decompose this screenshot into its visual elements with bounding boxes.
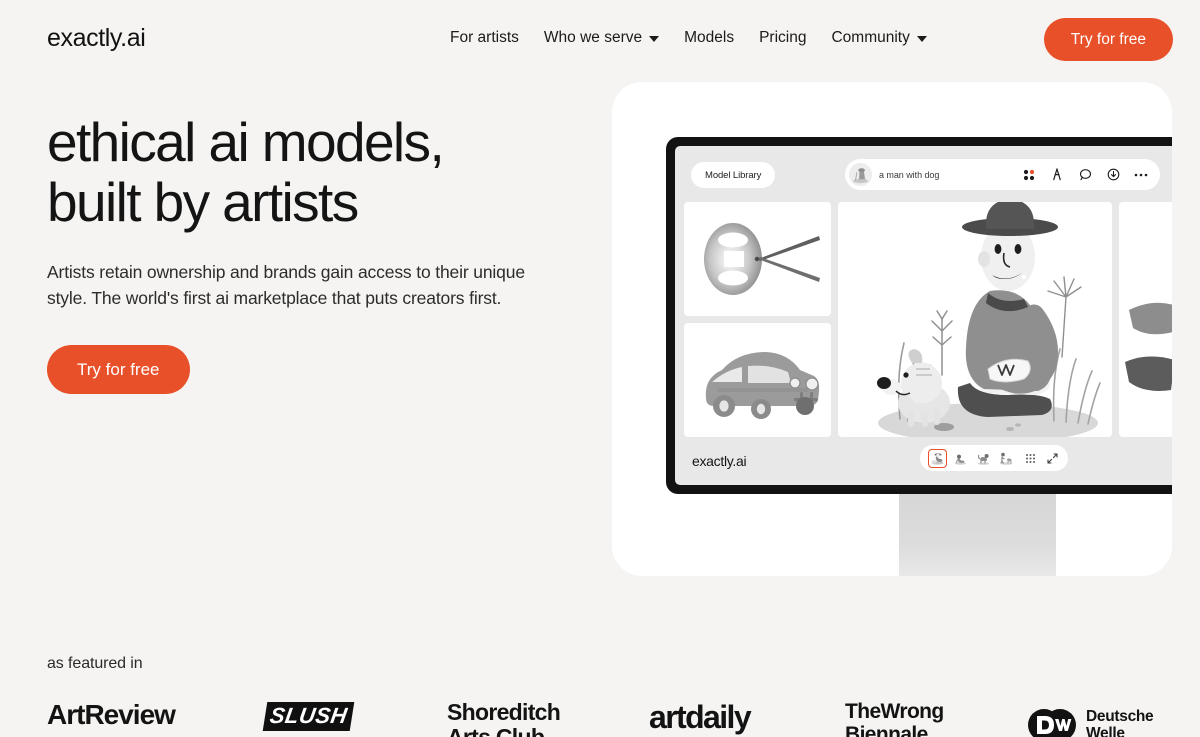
nav-item-community[interactable]: Community bbox=[831, 29, 927, 47]
chevron-down-icon bbox=[916, 36, 927, 42]
logo-deutsche-welle-text: Deutsche Welle bbox=[1086, 708, 1154, 737]
nav-item-label: Models bbox=[684, 29, 735, 46]
filmstrip-toolbar bbox=[920, 445, 1068, 471]
app-brand-label: exactly.ai bbox=[692, 453, 747, 469]
logo-shoreditch-arts-club: Shoreditch Arts Club bbox=[447, 699, 561, 737]
logo-artdaily: artdaily bbox=[649, 699, 752, 735]
grid-view-icon[interactable] bbox=[1022, 450, 1038, 466]
nav-item-label: Community bbox=[831, 29, 910, 46]
nav-item-label: Pricing bbox=[759, 29, 807, 46]
monitor-frame: Model Library a man with dog Cre bbox=[666, 137, 1172, 494]
thumbnail-dog-standing[interactable] bbox=[974, 449, 993, 468]
featured-in-label: as featured in bbox=[47, 655, 143, 672]
app-topbar: Model Library a man with dog Cre bbox=[675, 146, 1172, 202]
top-navigation-bar: exactly.ai For artists Who we serve Mode… bbox=[0, 0, 1200, 80]
more-options-icon[interactable] bbox=[1134, 168, 1148, 182]
app-toolbar bbox=[1010, 159, 1160, 190]
nav-item-for-artists[interactable]: For artists bbox=[450, 29, 519, 47]
nav-item-who-we-serve[interactable]: Who we serve bbox=[543, 29, 660, 47]
brush-icon[interactable] bbox=[1050, 168, 1064, 182]
nav-item-label: For artists bbox=[450, 29, 519, 46]
hero-try-for-free-button[interactable]: Try for free bbox=[47, 345, 190, 394]
expand-icon[interactable] bbox=[1044, 450, 1060, 466]
nav-item-models[interactable]: Models bbox=[684, 29, 734, 47]
app-bottombar: exactly.ai bbox=[675, 437, 1172, 485]
car-illustration bbox=[705, 352, 819, 419]
app-screen: Model Library a man with dog Cre bbox=[675, 146, 1172, 485]
prompt-reference-thumbnail-icon[interactable] bbox=[849, 163, 872, 186]
download-icon[interactable] bbox=[1106, 168, 1120, 182]
featured-logos-row: ArtReview SLUSH Shoreditch Arts Club art… bbox=[47, 700, 1167, 737]
nav-try-for-free-button[interactable]: Try for free bbox=[1043, 18, 1173, 61]
chevron-down-icon bbox=[649, 36, 660, 42]
partial-illustration bbox=[1125, 302, 1172, 391]
thumbnail-man-with-dog-selected[interactable] bbox=[928, 448, 947, 468]
gallery-item-scissors[interactable] bbox=[684, 202, 831, 316]
logo-slush-text: SLUSH bbox=[262, 702, 355, 731]
monitor-stand bbox=[899, 492, 1056, 576]
thumbnail-man-walking-dog[interactable] bbox=[997, 449, 1016, 468]
logo-artreview: ArtReview bbox=[47, 699, 176, 730]
page-title: ethical ai models, built by artists bbox=[47, 111, 445, 233]
man-with-dog-illustration bbox=[877, 202, 1101, 437]
deutsche-welle-mark-icon bbox=[1027, 700, 1077, 737]
gallery-item-car[interactable] bbox=[684, 323, 831, 437]
nav-links: For artists Who we serve Models Pricing … bbox=[450, 29, 927, 47]
logo-deutsche-welle: Deutsche Welle bbox=[1027, 700, 1154, 737]
thumbnail-man-kneeling[interactable] bbox=[951, 449, 970, 468]
brand-logo[interactable]: exactly.ai bbox=[47, 24, 146, 53]
hero-copy-block: ethical ai models, built by artists Arti… bbox=[47, 112, 587, 394]
gallery-thumbnail-column bbox=[684, 202, 831, 437]
nav-item-label: Who we serve bbox=[543, 29, 643, 46]
color-dots-icon[interactable] bbox=[1022, 168, 1036, 182]
scissors-illustration bbox=[703, 223, 820, 295]
model-library-button[interactable]: Model Library bbox=[691, 162, 776, 188]
image-gallery bbox=[684, 202, 1172, 437]
logo-thewrong-biennale: TheWrong Biennale. bbox=[845, 700, 944, 737]
nav-item-pricing[interactable]: Pricing bbox=[759, 29, 806, 47]
hero-product-visual: Model Library a man with dog Cre bbox=[612, 82, 1172, 576]
gallery-item-man-with-dog[interactable] bbox=[838, 202, 1112, 437]
logo-slush: SLUSH bbox=[262, 700, 447, 731]
gallery-item-partial[interactable] bbox=[1119, 202, 1172, 437]
hero-subcopy: Artists retain ownership and brands gain… bbox=[47, 262, 525, 308]
comment-icon[interactable] bbox=[1078, 168, 1092, 182]
